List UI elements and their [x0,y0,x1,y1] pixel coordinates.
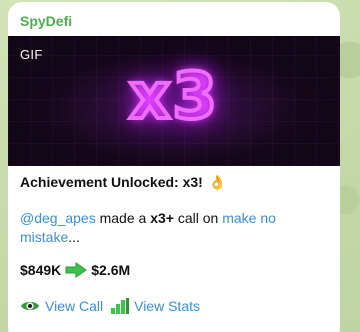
view-call-link[interactable]: View Call [20,298,103,314]
multiplier-highlight: x3+ [150,210,174,226]
user-mention-link[interactable]: @deg_apes [20,210,96,226]
view-stats-label: View Stats [134,298,200,314]
gif-badge: GIF [20,47,43,62]
green-right-arrow-icon [65,262,88,278]
sender-name[interactable]: SpyDefi [20,13,72,29]
message-body: @deg_apes made a x3+ call on make no mis… [20,209,320,247]
achievement-title: Achievement Unlocked: x3! 👌 [20,174,226,191]
body-ellipsis: ... [68,229,80,245]
gif-media[interactable]: GIF x3 [8,36,340,166]
message-actions: View Call View Stats [20,298,200,314]
price-from: $849K [20,262,62,278]
view-call-label: View Call [45,298,104,314]
ok-hand-emoji: 👌 [208,174,227,190]
bar-chart-icon [111,298,130,314]
neon-multiplier-text: x3 [127,60,219,134]
body-text-2: call on [173,210,223,226]
price-change: $849K $2.6M [20,262,130,278]
eye-icon [21,301,39,311]
achievement-title-text: Achievement Unlocked: x3! [20,174,203,190]
price-to: $2.6M [91,262,131,278]
message-bubble: SpyDefi GIF x3 Achievement Unlocked: x3!… [8,2,340,332]
body-text-1: made a [95,210,151,226]
view-stats-link[interactable]: View Stats [111,298,200,314]
